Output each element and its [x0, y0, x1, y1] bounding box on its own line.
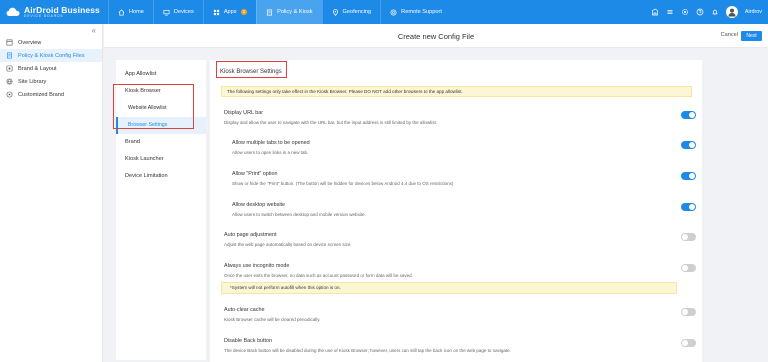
policy-icon: [267, 9, 273, 15]
home-icon: [118, 8, 125, 15]
setting-auto-clear-cache: Auto-clear cache Kiosk Browser cache wil…: [224, 307, 696, 322]
help-icon[interactable]: [696, 8, 704, 16]
submenu-kiosk-launcher[interactable]: Kiosk Launcher: [116, 151, 206, 168]
nav-apps-label: Apps: [223, 9, 237, 15]
notification-icon[interactable]: [711, 8, 719, 16]
notice-banner: The following settings only take effect …: [221, 86, 692, 97]
avatar[interactable]: [725, 6, 738, 18]
nav-home-label: Home: [129, 9, 144, 15]
site-library-icon: [6, 78, 13, 85]
setting-print-option: Allow "Print" option Show or hide the "P…: [232, 171, 696, 186]
menu-icon[interactable]: [666, 8, 674, 16]
brand-layout-icon: [6, 65, 13, 72]
settings-icon[interactable]: [681, 8, 689, 16]
auto-clear-cache-toggle[interactable]: [681, 308, 696, 316]
setting-desc: Allow users to switch between desktop an…: [232, 212, 366, 217]
submenu-app-allowlist[interactable]: App Allowlist: [116, 66, 206, 83]
setting-title: Allow desktop website: [232, 202, 286, 208]
sidebar-item-brand-layout[interactable]: Brand & Layout: [0, 62, 102, 75]
cancel-button[interactable]: Cancel: [721, 32, 738, 38]
setting-desc: Adjust the web page automatically based …: [224, 242, 352, 247]
display-url-bar-toggle[interactable]: [681, 111, 696, 119]
sidebar-item-policy-kiosk-config-files[interactable]: Policy & Kiosk Config Files: [0, 49, 102, 62]
nav-policy-kiosk[interactable]: Policy & Kiosk: [256, 0, 322, 24]
highlight-box-section-title: [216, 61, 287, 78]
highlight-box-submenu: [113, 84, 194, 129]
nav-geofencing[interactable]: Geofencing: [321, 0, 381, 24]
apps-icon: [213, 9, 219, 15]
config-file-icon: [7, 52, 12, 59]
setting-title: Allow multiple tabs to be opened: [232, 140, 310, 146]
sidebar-item-label: Customized Brand: [18, 91, 65, 98]
sidebar: « Overview Policy & Kiosk Config Files B…: [0, 24, 103, 362]
setting-display-url-bar: Display URL bar Display and allow the us…: [224, 110, 696, 125]
nav-devices[interactable]: Devices: [152, 0, 203, 24]
setting-desc: The device Back button will be disabled …: [224, 348, 511, 353]
cloud-logo-icon: [6, 7, 20, 16]
top-right-tools: Airdrov: [651, 0, 762, 24]
submenu-device-limitation[interactable]: Device Limitation: [116, 168, 206, 185]
sidebar-item-customized-brand[interactable]: Customized Brand: [0, 88, 102, 101]
nav-geofencing-label: Geofencing: [342, 9, 372, 15]
apps-badge: 1: [240, 9, 248, 15]
auto-page-adjustment-toggle[interactable]: [681, 233, 696, 241]
sidebar-item-overview[interactable]: Overview: [0, 36, 102, 49]
desktop-website-toggle[interactable]: [681, 203, 696, 211]
sidebar-item-label: Site Library: [18, 78, 47, 85]
building-icon[interactable]: [651, 8, 659, 16]
setting-desc: Once the user exits the browser, no data…: [224, 273, 413, 278]
setting-title: Display URL bar: [224, 110, 264, 116]
logo[interactable]: AirDroid Business DEVICE BOARDS: [0, 6, 108, 19]
user-name[interactable]: Airdrov: [745, 9, 762, 15]
setting-title: Auto-clear cache: [224, 307, 265, 313]
sidebar-item-label: Policy & Kiosk Config Files: [18, 52, 85, 59]
print-option-toggle[interactable]: [681, 172, 696, 180]
app-subtitle: DEVICE BOARDS: [24, 14, 64, 19]
incognito-mode-toggle[interactable]: [681, 264, 696, 272]
nav-policy-label: Policy & Kiosk: [277, 9, 313, 15]
setting-title: Disable Back button: [224, 338, 272, 344]
settings-panel: Kiosk Browser Settings The following set…: [210, 60, 702, 362]
nav-remote-support[interactable]: Remote Support: [380, 0, 451, 24]
setting-disable-back-button: Disable Back button The device Back butt…: [224, 338, 696, 353]
setting-desc: Show or hide the "Print" button. (The bu…: [232, 181, 454, 186]
setting-desc: Display and allow the user to navigate w…: [224, 120, 437, 125]
app-title: AirDroid Business: [24, 4, 100, 15]
multiple-tabs-toggle[interactable]: [681, 141, 696, 149]
customized-brand-icon: [6, 91, 13, 98]
sidebar-item-site-library[interactable]: Site Library: [0, 75, 102, 88]
nav-home[interactable]: Home: [108, 0, 153, 24]
collapse-sidebar-icon[interactable]: «: [92, 26, 96, 35]
setting-desc: Kiosk Browser cache will be cleared peri…: [224, 317, 321, 322]
setting-title: Always use incognito mode: [224, 263, 290, 269]
setting-title: Allow "Print" option: [232, 171, 278, 177]
disable-back-button-toggle[interactable]: [681, 339, 696, 347]
user-avatar-icon: [728, 8, 736, 17]
page-title: Create new Config File: [397, 32, 475, 41]
nav-apps[interactable]: Apps 1: [202, 0, 256, 24]
devices-icon: [163, 9, 170, 15]
incognito-warning: *System will not perform autofill when t…: [221, 282, 677, 294]
sidebar-item-label: Brand & Layout: [18, 65, 57, 72]
setting-multiple-tabs: Allow multiple tabs to be opened Allow u…: [232, 140, 696, 155]
submenu-brand[interactable]: Brand: [116, 134, 206, 151]
nav-remote-label: Remote Support: [401, 9, 442, 15]
main-nav: Home Devices Apps 1 Policy & Kiosk Geofe…: [108, 0, 451, 24]
setting-auto-page-adjustment: Auto page adjustment Adjust the web page…: [224, 232, 696, 247]
setting-desc: Allow users to open links in a new tab.: [232, 150, 309, 155]
next-button[interactable]: Next: [741, 31, 762, 41]
setting-desktop-website: Allow desktop website Allow users to swi…: [232, 202, 696, 217]
setting-incognito-mode: Always use incognito mode Once the user …: [224, 263, 696, 278]
remote-support-icon: [390, 9, 397, 15]
setting-title: Auto page adjustment: [224, 232, 277, 238]
nav-devices-label: Devices: [173, 9, 194, 15]
page-header: Create new Config File Cancel Next: [104, 24, 768, 48]
overview-icon: [6, 39, 13, 46]
sidebar-item-label: Overview: [18, 39, 42, 46]
geofencing-icon: [332, 8, 338, 16]
top-bar: AirDroid Business DEVICE BOARDS Home Dev…: [0, 0, 768, 24]
